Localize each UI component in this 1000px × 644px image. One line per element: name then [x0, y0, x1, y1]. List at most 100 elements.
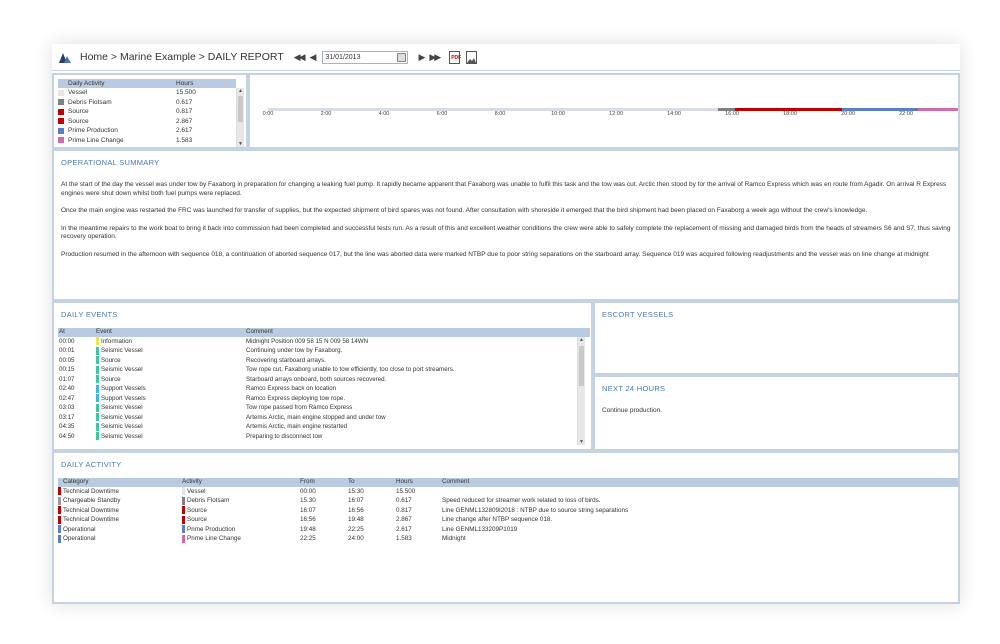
table-row[interactable]: 00:00 Information Midnight Position 009 58…: [58, 337, 590, 347]
pdf-export-icon[interactable]: PDF: [449, 50, 461, 64]
list-item[interactable]: Prime Production 2.617: [58, 126, 236, 136]
activity-label: Source: [68, 117, 89, 125]
comment: Speed reduced for streamer work related …: [442, 497, 601, 504]
table-row[interactable]: 02:47 Support Vessels Ramco Express deploy…: [58, 394, 590, 404]
timeline-segment: [268, 108, 718, 111]
color-swatch: [58, 506, 61, 515]
color-swatch: [58, 137, 64, 144]
event-time: 00:05: [59, 356, 75, 364]
list-item[interactable]: Prime Line Change 1.583: [58, 136, 236, 146]
panel-title: ESCORT VESSELS: [602, 310, 674, 319]
scroll-down-icon[interactable]: ▼: [237, 141, 244, 147]
color-swatch: [96, 375, 99, 384]
table-row[interactable]: 01:07 Source Starboard arrays onboard, bot…: [58, 375, 590, 385]
operational-summary-text: At the start of the day the vessel was u…: [61, 181, 956, 268]
next-page-button[interactable]: ▶: [418, 52, 425, 63]
event-time: 01:07: [59, 375, 75, 383]
activity-label: Debris Flotsam: [68, 98, 112, 106]
event-comment: Ramco Express deploying tow rope.: [246, 394, 346, 402]
color-swatch: [96, 394, 99, 403]
table-row[interactable]: 04:50 Seismic Vessel Preparing to disconne…: [58, 432, 590, 442]
activity: Source: [187, 516, 207, 523]
activity-timeline-panel: 0:00 2:00 4:00 6:00 8:00 10:00 12:00 14:00 16:00…: [248, 73, 960, 149]
color-swatch: [182, 515, 185, 524]
summary-scrollbar[interactable]: ▲ ▼: [236, 88, 244, 147]
activity: Debris Flotsam: [187, 497, 230, 504]
last-page-button[interactable]: ▶▶: [429, 52, 441, 63]
from-time: 15:30: [300, 497, 316, 504]
first-page-button[interactable]: ◀◀: [294, 52, 306, 63]
table-row[interactable]: 03:17 Seismic Vessel Artemis Arctic, main …: [58, 413, 590, 423]
column-header-daily-activity: Daily Activity: [68, 80, 105, 87]
activity-cell: Source: [182, 506, 300, 516]
daily-activity-table: Category Activity From To Hours Comment …: [58, 478, 958, 544]
color-swatch: [96, 403, 99, 412]
table-header: Daily Activity Hours: [58, 79, 236, 88]
activity-cell: Prime Production: [58, 126, 176, 136]
color-swatch: [58, 108, 64, 115]
calendar-icon[interactable]: [397, 52, 407, 62]
event-time: 02:47: [59, 394, 75, 402]
event-comment: Starboard arrays onboard, both sources r…: [246, 375, 387, 383]
hours: 0.817: [396, 506, 412, 514]
column-header-hours: Hours: [176, 80, 194, 87]
activity-label: Source: [68, 108, 89, 115]
event-time: 00:15: [59, 366, 75, 373]
image-export-icon[interactable]: [466, 50, 478, 64]
list-item[interactable]: Vessel 15.500: [58, 88, 236, 98]
scroll-up-icon[interactable]: ▲: [578, 337, 585, 343]
column-header-hours: Hours: [396, 478, 413, 485]
table-row[interactable]: Technical Downtime Vessel 00:00 15:30 15.500: [58, 487, 958, 497]
hours: 0.617: [396, 497, 412, 504]
events-scrollbar[interactable]: ▲ ▼: [577, 337, 585, 445]
table-row[interactable]: 03:03 Seismic Vessel Tow rope passed from …: [58, 403, 590, 413]
table-row[interactable]: Chargeable Standby Debris Flotsam 15:30 16:…: [58, 496, 958, 506]
scrollbar-thumb[interactable]: [579, 346, 584, 386]
from-time: 00:00: [300, 487, 316, 495]
hours: 2.867: [396, 516, 412, 523]
list-item[interactable]: Source 0.817: [58, 107, 236, 117]
summary-paragraph: In the meantime repairs to the work boat…: [61, 224, 951, 241]
color-swatch: [96, 422, 99, 431]
summary-paragraph: Production resumed in the afternoon with…: [61, 250, 929, 258]
activity: Vessel: [187, 487, 206, 495]
event-type: Support Vessels: [101, 394, 146, 402]
color-swatch: [58, 515, 61, 524]
event-type: Seismic Vessel: [101, 347, 143, 354]
color-swatch: [58, 534, 61, 543]
hours-cell: 2.617: [176, 127, 193, 134]
date-input[interactable]: 31/01/2013: [322, 50, 409, 64]
column-header-at: At: [59, 328, 65, 335]
hours: 1.583: [396, 535, 412, 542]
list-item[interactable]: Debris Flotsam 0.617: [58, 98, 236, 108]
timeline-tick-label: 0:00: [262, 111, 274, 117]
comment: Line GENML132809I2018 : NTBP due to sour…: [442, 506, 629, 514]
table-row[interactable]: 00:01 Seismic Vessel Continuing under tow …: [58, 346, 590, 356]
table-row[interactable]: Operational Prime Production 19:48 22:25 2.6…: [58, 525, 958, 535]
event-time: 03:17: [59, 413, 75, 421]
table-row[interactable]: 02:40 Support Vessels Ramco Express back o…: [58, 384, 590, 394]
event-type: Seismic Vessel: [101, 413, 143, 421]
to-time: 15:30: [348, 487, 364, 495]
table-row[interactable]: 00:15 Seismic Vessel Tow rope cut, Faxabor…: [58, 365, 590, 375]
scrollbar-thumb[interactable]: [238, 96, 243, 122]
timeline-tick-label: 6:00: [436, 111, 448, 117]
category-cell: Operational: [58, 534, 182, 544]
table-row[interactable]: Technical Downtime Source 16:07 16:56 0.817 L…: [58, 506, 958, 516]
event-comment: Artemis Arctic, main engine stopped and …: [246, 413, 386, 421]
next-24-hours-panel: NEXT 24 HOURS Continue production.: [593, 375, 960, 451]
scroll-up-icon[interactable]: ▲: [237, 88, 244, 94]
previous-page-button[interactable]: ◀: [310, 52, 317, 63]
column-header-event: Event: [96, 328, 112, 335]
table-row[interactable]: Technical Downtime Source 16:56 19:48 2.867 L…: [58, 515, 958, 525]
table-row[interactable]: Operational Prime Line Change 22:25 24:00 1.…: [58, 534, 958, 544]
daily-events-table: At Event Comment 00:00 Information Midnigh…: [58, 328, 590, 441]
timeline-tick-label: 2:00: [320, 111, 332, 117]
from-time: 16:07: [300, 506, 316, 514]
table-row[interactable]: 04:35 Seismic Vessel Artemis Arctic, main …: [58, 422, 590, 432]
table-row[interactable]: 00:05 Source Recovering starboard arrays.: [58, 356, 590, 366]
scroll-down-icon[interactable]: ▼: [578, 439, 585, 445]
event-time: 00:01: [59, 347, 75, 354]
list-item[interactable]: Source 2.867: [58, 117, 236, 127]
operational-summary-panel: OPERATIONAL SUMMARY At the start of the …: [52, 149, 960, 301]
